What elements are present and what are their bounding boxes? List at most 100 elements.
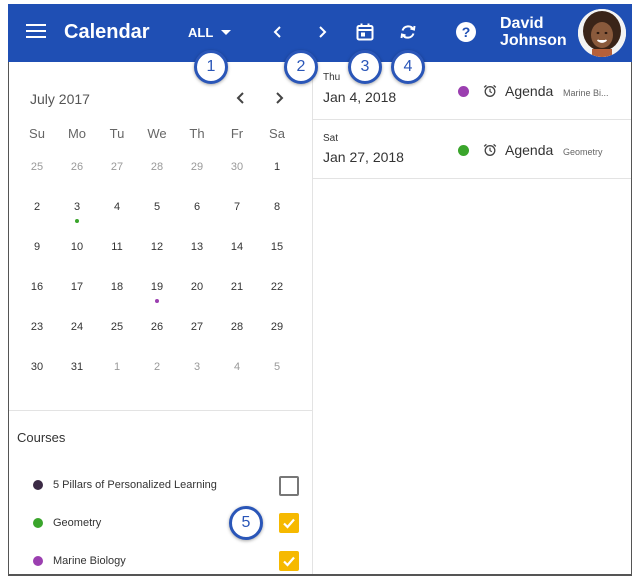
chevron-left-icon[interactable] <box>264 18 292 46</box>
weekday-label: Sa <box>269 126 285 141</box>
course-checkbox[interactable] <box>279 513 299 533</box>
month-label: July 2017 <box>30 91 90 107</box>
bottom-border <box>8 574 632 576</box>
calendar-day[interactable]: 13 <box>177 232 217 272</box>
callout-2: 2 <box>284 50 318 84</box>
calendar-day[interactable]: 30 <box>17 352 57 392</box>
user-name[interactable]: David Johnson <box>500 15 567 49</box>
calendar-day[interactable]: 26 <box>57 152 97 192</box>
calendar-day[interactable]: 15 <box>257 232 297 272</box>
help-icon[interactable]: ? <box>452 18 480 46</box>
weekday-label: Th <box>189 126 205 141</box>
calendar-day[interactable]: 21 <box>217 272 257 312</box>
calendar-week-row: 25 26 27 28 29 30 1 <box>17 152 297 192</box>
user-first-name: David <box>500 15 544 32</box>
calendar-day[interactable]: 27 <box>97 152 137 192</box>
calendar-week-row: 2345678 <box>17 192 297 232</box>
course-checkbox[interactable] <box>279 551 299 571</box>
calendar-day[interactable]: 22 <box>257 272 297 312</box>
agenda-weekday: Sat <box>323 133 339 144</box>
calendar-day[interactable]: 25 <box>97 312 137 352</box>
calendar-day[interactable]: 11 <box>97 232 137 272</box>
calendar-day[interactable]: 4 <box>217 352 257 392</box>
calendar-day[interactable]: 29 <box>257 312 297 352</box>
weekday-label: Su <box>29 126 45 141</box>
chevron-down-icon <box>221 30 232 35</box>
calendar-week-row: 16 17 18 19 20 21 22 <box>17 272 297 312</box>
course-filter-dropdown[interactable]: ALL <box>188 25 232 40</box>
calendar-week-row: 30 31 1 2 3 4 5 <box>17 352 297 392</box>
calendar-day[interactable]: 17 <box>57 272 97 312</box>
course-name: Geometry <box>53 517 102 529</box>
agenda-item-type: Agenda <box>505 83 554 99</box>
calendar-day[interactable]: 30 <box>217 152 257 192</box>
alarm-clock-icon <box>483 84 497 98</box>
app-title: Calendar <box>64 21 150 43</box>
next-month-chevron-right-icon[interactable] <box>269 88 289 108</box>
calendar-day[interactable]: 24 <box>57 312 97 352</box>
calendar-day[interactable]: 9 <box>17 232 57 272</box>
weekday-header-row: Su Mo Tu We Th Fr Sa <box>17 122 297 152</box>
svg-text:?: ? <box>462 24 471 40</box>
agenda-item-type: Agenda <box>505 142 554 158</box>
agenda-course-name: Geometry <box>563 147 603 157</box>
calendar-day[interactable]: 20 <box>177 272 217 312</box>
calendar-day[interactable]: 10 <box>57 232 97 272</box>
prev-month-chevron-left-icon[interactable] <box>231 88 251 108</box>
menu-icon[interactable] <box>26 24 46 40</box>
calendar-day[interactable]: 29 <box>177 152 217 192</box>
course-color-dot <box>33 556 43 566</box>
calendar-day[interactable]: 2 <box>17 192 57 232</box>
callout-5: 5 <box>229 506 263 540</box>
course-item: Marine Biology <box>33 550 301 572</box>
month-calendar: Su Mo Tu We Th Fr Sa 25 26 27 28 29 30 1 2 3 4 5 6 7… <box>17 122 297 392</box>
calendar-day[interactable]: 5 <box>137 192 177 232</box>
calendar-day[interactable]: 3 <box>57 192 97 232</box>
calendar-day[interactable]: 4 <box>97 192 137 232</box>
callout-3: 3 <box>348 50 382 84</box>
calendar-day[interactable]: 31 <box>57 352 97 392</box>
agenda-weekday: Thu <box>323 72 341 83</box>
course-checkbox[interactable] <box>279 476 299 496</box>
calendar-day[interactable]: 19 <box>137 272 177 312</box>
calendar-day[interactable]: 2 <box>137 352 177 392</box>
calendar-day[interactable]: 6 <box>177 192 217 232</box>
agenda-date: Jan 4, 2018 <box>323 89 397 105</box>
course-color-dot <box>33 480 43 490</box>
event-indicator-dot <box>155 299 159 303</box>
weekday-label: Fr <box>230 126 244 141</box>
course-name: 5 Pillars of Personalized Learning <box>53 479 217 491</box>
calendar-day[interactable]: 23 <box>17 312 57 352</box>
calendar-day[interactable]: 28 <box>137 152 177 192</box>
calendar-day[interactable]: 27 <box>177 312 217 352</box>
calendar-day[interactable]: 12 <box>137 232 177 272</box>
calendar-today-icon[interactable] <box>351 18 379 46</box>
calendar-day[interactable]: 18 <box>97 272 137 312</box>
calendar-day[interactable]: 1 <box>97 352 137 392</box>
left-panel: July 2017 Su Mo Tu We Th Fr Sa 25 26 27 28 2… <box>8 62 313 574</box>
calendar-week-row: 9 10 11 12 13 14 15 <box>17 232 297 272</box>
calendar-day[interactable]: 25 <box>17 152 57 192</box>
agenda-date: Jan 27, 2018 <box>323 149 404 165</box>
calendar-day[interactable]: 5 <box>257 352 297 392</box>
sync-icon[interactable] <box>394 18 422 46</box>
calendar-day[interactable]: 3 <box>177 352 217 392</box>
callout-1: 1 <box>194 50 228 84</box>
course-name: Marine Biology <box>53 555 126 567</box>
calendar-day[interactable]: 1 <box>257 152 297 192</box>
callout-4: 4 <box>391 50 425 84</box>
calendar-day[interactable]: 16 <box>17 272 57 312</box>
divider <box>9 410 313 411</box>
agenda-item[interactable]: Sat Jan 27, 2018 Agenda Geometry <box>313 121 631 179</box>
calendar-day[interactable]: 26 <box>137 312 177 352</box>
chevron-right-icon[interactable] <box>308 18 336 46</box>
calendar-day[interactable]: 14 <box>217 232 257 272</box>
course-color-dot <box>33 518 43 528</box>
agenda-panel: Thu Jan 4, 2018 Agenda Marine Bi... Sat … <box>312 62 632 574</box>
top-bar: Calendar ALL ? David Johnson <box>8 4 632 62</box>
avatar[interactable] <box>578 9 626 57</box>
calendar-day[interactable]: 7 <box>217 192 257 232</box>
calendar-day[interactable]: 28 <box>217 312 257 352</box>
event-indicator-dot <box>75 219 79 223</box>
calendar-day[interactable]: 8 <box>257 192 297 232</box>
